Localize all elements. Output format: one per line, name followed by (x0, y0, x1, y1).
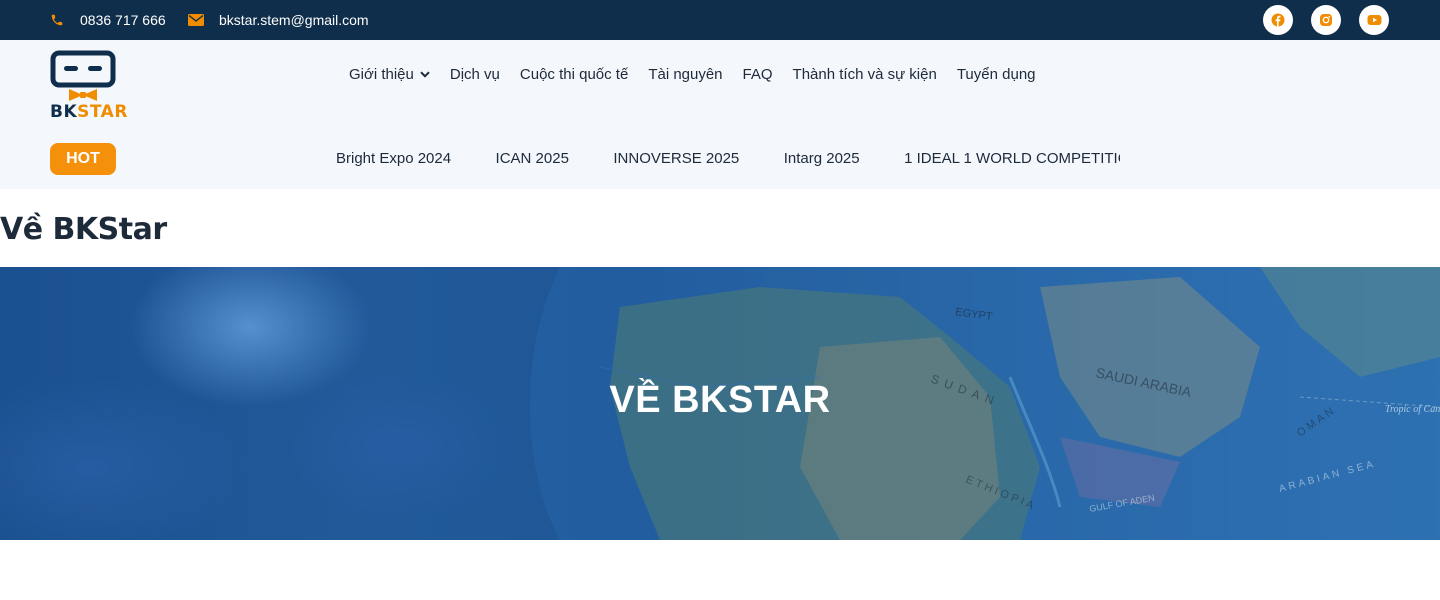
phone-number: 0836 717 666 (80, 12, 166, 28)
hot-item-intarg[interactable]: Intarg 2025 (784, 148, 860, 170)
phone-icon (51, 14, 63, 26)
hot-item-ican[interactable]: ICAN 2025 (496, 148, 569, 170)
top-bar: 0836 717 666 bkstar.stem@gmail.com (0, 0, 1440, 40)
hero-title: VỀ BKSTAR (609, 379, 831, 421)
hot-item-ideal-world[interactable]: 1 IDEAL 1 WORLD COMPETITION (904, 148, 1120, 170)
hot-item-bright-expo[interactable]: Bright Expo 2024 (336, 148, 451, 170)
logo-robot-icon (50, 50, 116, 101)
nav-item-faq[interactable]: FAQ (743, 66, 773, 83)
nav-item-tuyen-dung[interactable]: Tuyển dụng (957, 66, 1036, 83)
facebook-button[interactable] (1263, 5, 1293, 35)
nav-item-gioi-thieu[interactable]: Giới thiệu (349, 66, 430, 83)
instagram-icon (1320, 14, 1332, 26)
contact-phone[interactable]: 0836 717 666 (50, 0, 166, 40)
nav-item-dich-vu[interactable]: Dịch vụ (450, 66, 500, 83)
page-title: Về BKStar (0, 212, 167, 247)
logo-wordmark: BKSTAR (50, 102, 128, 122)
facebook-icon (1271, 13, 1285, 27)
main-nav: Giới thiệu Dịch vụ Cuộc thi quốc tế Tài … (349, 64, 1036, 84)
email-address: bkstar.stem@gmail.com (219, 12, 369, 28)
hero-banner: EGYPT SUDAN SAUDI ARABIA ETHIOPIA OMAN T… (0, 267, 1440, 540)
hot-item-innoverse[interactable]: INNOVERSE 2025 (613, 148, 739, 170)
bkstar-logo[interactable]: BKSTAR (50, 50, 128, 122)
instagram-button[interactable] (1311, 5, 1341, 35)
contact-email[interactable]: bkstar.stem@gmail.com (188, 0, 369, 40)
hot-ticker: Bright Expo 2024 ICAN 2025 INNOVERSE 202… (336, 148, 1120, 170)
chevron-down-icon (420, 70, 430, 78)
youtube-icon (1367, 15, 1381, 25)
hot-button[interactable]: HOT (50, 143, 116, 175)
mail-icon (188, 14, 204, 26)
nav-item-tai-nguyen[interactable]: Tài nguyên (648, 66, 722, 83)
site-header: BKSTAR Giới thiệu Dịch vụ Cuộc thi quốc … (0, 40, 1440, 189)
nav-item-thanh-tich[interactable]: Thành tích và sự kiện (793, 66, 937, 83)
youtube-button[interactable] (1359, 5, 1389, 35)
nav-item-cuoc-thi[interactable]: Cuộc thi quốc tế (520, 66, 628, 83)
